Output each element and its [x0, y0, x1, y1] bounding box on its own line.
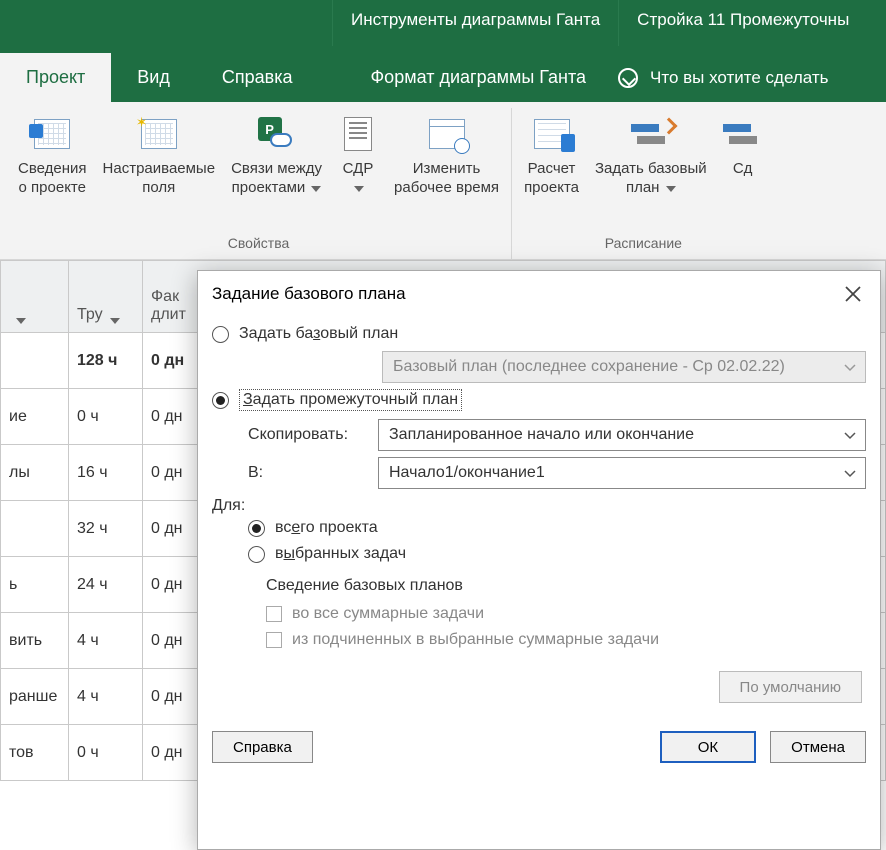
calculate-project-button[interactable]: Расчетпроекта [518, 108, 585, 229]
tell-me-label: Что вы хотите сделать [650, 68, 828, 88]
titlebar: Инструменты диаграммы Ганта Стройка 11 П… [0, 0, 886, 46]
links-between-projects-button[interactable]: P Связи междупроектами [225, 108, 328, 229]
cancel-button[interactable]: Отмена [770, 731, 866, 763]
contextual-tab-title: Инструменты диаграммы Ганта [332, 0, 618, 46]
radio-for-selected-tasks-label: выбранных задач [275, 545, 406, 563]
chevron-down-icon [354, 186, 364, 192]
custom-fields-icon: ✶ [139, 114, 179, 154]
checkbox-rollup-all-summary-label: во все суммарные задачи [292, 605, 484, 623]
calendar-clock-icon [427, 114, 467, 154]
checkbox-rollup-from-subtasks-label: из подчиненных в выбранные суммарные зад… [292, 631, 659, 649]
copy-label: Скопировать: [248, 426, 368, 444]
table-cell[interactable]: 0 ч [69, 725, 143, 781]
chevron-down-icon [843, 428, 857, 442]
ok-button[interactable]: ОК [660, 731, 756, 763]
close-button[interactable] [840, 281, 866, 307]
checkbox-rollup-from-subtasks [266, 632, 282, 648]
table-cell[interactable]: вить [1, 613, 69, 669]
table-cell[interactable]: 0 ч [69, 389, 143, 445]
project-info-icon [32, 114, 72, 154]
table-cell[interactable]: ие [1, 389, 69, 445]
wbs-button[interactable]: СДР [332, 108, 384, 229]
chevron-down-icon [311, 186, 321, 192]
table-cell[interactable]: 4 ч [69, 613, 143, 669]
radio-set-interim[interactable] [212, 392, 229, 409]
ribbon-tabs: Проект Вид Справка Формат диаграммы Гант… [0, 46, 886, 102]
default-button: По умолчанию [719, 671, 862, 703]
tab-help[interactable]: Справка [196, 53, 319, 102]
ribbon: Сведенияо проекте ✶ Настраиваемыеполя P … [0, 102, 886, 260]
copy-from-select[interactable]: Запланированное начало или окончание [378, 419, 866, 451]
table-cell[interactable]: тов [1, 725, 69, 781]
table-cell[interactable]: лы [1, 445, 69, 501]
custom-fields-button[interactable]: ✶ Настраиваемыеполя [97, 108, 222, 229]
move-icon [723, 114, 763, 154]
dialog-title: Задание базового плана [212, 284, 406, 304]
chevron-down-icon [843, 360, 857, 374]
into-label: В: [248, 464, 368, 482]
copy-from-value: Запланированное начало или окончание [389, 426, 694, 444]
table-cell[interactable]: ь [1, 557, 69, 613]
radio-set-interim-label: Задать промежуточный план [239, 389, 462, 411]
tell-me-search[interactable]: Что вы хотите сделать [604, 54, 842, 102]
column-header[interactable]: Фак длит [151, 288, 186, 324]
tab-project[interactable]: Проект [0, 53, 111, 102]
set-baseline-dialog: Задание базового плана Задать базовый пл… [197, 270, 881, 850]
project-info-button[interactable]: Сведенияо проекте [12, 108, 93, 229]
radio-set-baseline[interactable] [212, 326, 229, 343]
column-header[interactable]: Тру [77, 306, 103, 324]
calculate-icon [532, 114, 572, 154]
tab-format[interactable]: Формат диаграммы Ганта [353, 53, 605, 102]
ribbon-group-schedule: Расписание [605, 229, 682, 259]
copy-into-value: Начало1/окончание1 [389, 464, 545, 482]
chevron-down-icon [666, 186, 676, 192]
set-baseline-button[interactable]: Задать базовыйплан [589, 108, 713, 229]
table-cell[interactable] [1, 501, 69, 557]
radio-for-selected-tasks[interactable] [248, 546, 265, 563]
radio-set-baseline-label: Задать базовый план [239, 325, 398, 343]
ribbon-group-properties: Свойства [228, 229, 289, 259]
table-cell[interactable]: ранше [1, 669, 69, 725]
table-cell[interactable] [1, 333, 69, 389]
dropdown-icon[interactable] [110, 318, 120, 324]
dropdown-icon[interactable] [16, 318, 26, 324]
move-project-button[interactable]: Сд [717, 108, 769, 229]
table-cell[interactable]: 24 ч [69, 557, 143, 613]
help-button[interactable]: Справка [212, 731, 313, 763]
wbs-icon [338, 114, 378, 154]
baseline-select: Базовый план (последнее сохранение - Ср … [382, 351, 866, 383]
checkbox-rollup-all-summary [266, 606, 282, 622]
change-working-time-button[interactable]: Изменитьрабочее время [388, 108, 505, 229]
table-cell[interactable]: 128 ч [69, 333, 143, 389]
for-label: Для: [212, 497, 866, 515]
rollup-title: Сведение базовых планов [266, 577, 866, 595]
table-cell[interactable]: 16 ч [69, 445, 143, 501]
document-title: Стройка 11 Промежуточны [618, 0, 867, 46]
baseline-select-value: Базовый план (последнее сохранение - Ср … [393, 358, 785, 376]
table-cell[interactable]: 4 ч [69, 669, 143, 725]
copy-into-select[interactable]: Начало1/окончание1 [378, 457, 866, 489]
project-links-icon: P [257, 114, 297, 154]
tab-view[interactable]: Вид [111, 53, 196, 102]
radio-for-entire-project-label: всего проекта [275, 519, 378, 537]
close-icon [845, 286, 861, 302]
chevron-down-icon [843, 466, 857, 480]
baseline-icon [631, 114, 671, 154]
radio-for-entire-project[interactable] [248, 520, 265, 537]
lightbulb-icon [618, 68, 638, 88]
table-cell[interactable]: 32 ч [69, 501, 143, 557]
